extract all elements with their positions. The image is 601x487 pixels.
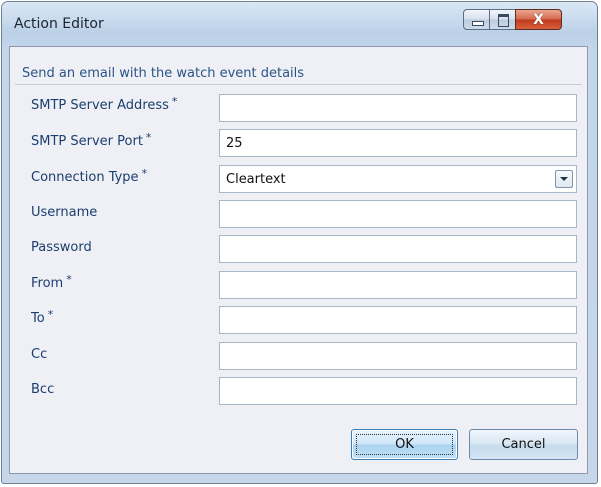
required-marker: *: [66, 273, 72, 286]
description-divider: [15, 84, 582, 85]
smtp-server-port-input[interactable]: 25: [219, 129, 577, 157]
cc-label: Cc: [31, 347, 48, 362]
required-marker: *: [47, 308, 54, 321]
from-label: From *: [31, 273, 72, 291]
cc-input[interactable]: [219, 342, 577, 370]
bcc-label: Bcc: [31, 382, 55, 397]
to-label: To *: [31, 308, 54, 326]
required-marker: *: [141, 167, 148, 180]
cancel-button-label: Cancel: [501, 437, 546, 452]
password-input[interactable]: [219, 235, 577, 263]
minimize-icon: [472, 21, 484, 26]
username-input[interactable]: [219, 200, 577, 228]
dropdown-button[interactable]: [555, 170, 573, 188]
to-input[interactable]: [219, 306, 577, 334]
maximize-button[interactable]: [489, 9, 516, 30]
minimize-button[interactable]: [463, 9, 490, 30]
required-marker: *: [171, 95, 178, 108]
required-marker: *: [145, 131, 152, 144]
bcc-input[interactable]: [219, 377, 577, 405]
smtp-server-port-label: SMTP Server Port *: [31, 131, 152, 149]
ok-button-label: OK: [395, 437, 414, 452]
window-title: Action Editor: [14, 16, 104, 32]
from-input[interactable]: [219, 271, 577, 299]
smtp-server-address-label: SMTP Server Address *: [31, 95, 178, 113]
smtp-server-port-value: 25: [226, 136, 243, 151]
password-label: Password: [31, 240, 92, 255]
connection-type-label: Connection Type *: [31, 167, 148, 185]
title-bar[interactable]: Action Editor X: [2, 2, 597, 48]
ok-button[interactable]: OK: [351, 429, 458, 460]
smtp-server-address-input[interactable]: [219, 94, 577, 122]
connection-type-value: Cleartext: [226, 172, 286, 187]
chevron-down-icon: [560, 177, 568, 181]
maximize-icon: [498, 14, 509, 27]
close-icon: X: [533, 11, 544, 28]
username-label: Username: [31, 205, 98, 220]
connection-type-select[interactable]: Cleartext: [219, 165, 577, 193]
form-description: Send an email with the watch event detai…: [22, 66, 305, 81]
close-button[interactable]: X: [515, 9, 562, 30]
cancel-button[interactable]: Cancel: [469, 429, 578, 460]
